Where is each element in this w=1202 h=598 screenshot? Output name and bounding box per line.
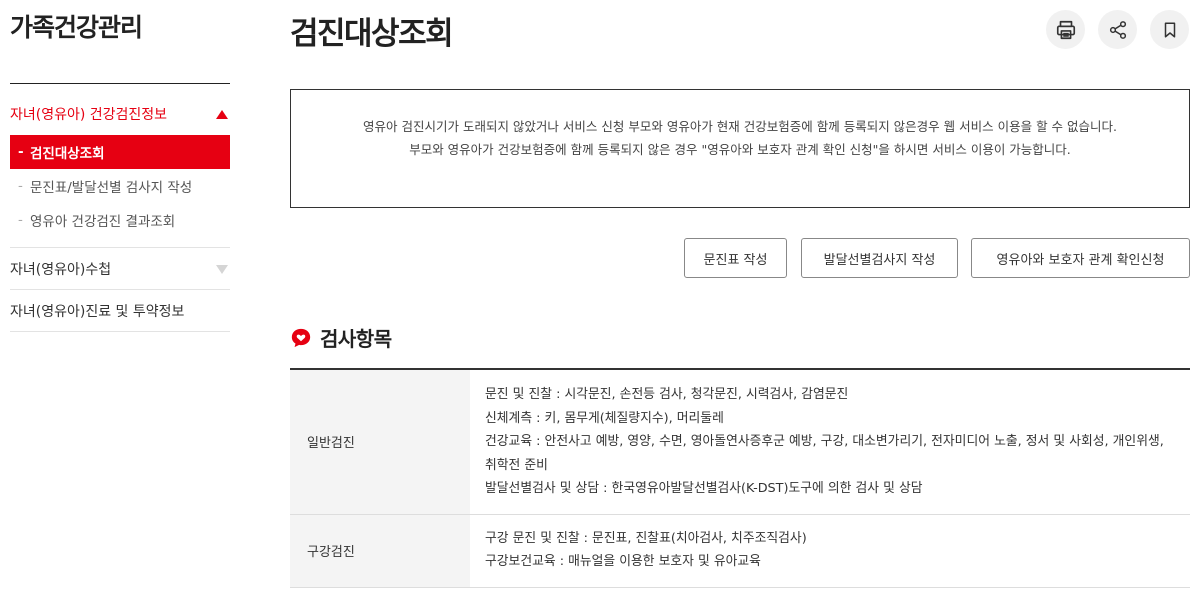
menu-group-checkup: 자녀(영유아) 건강검진정보 - 검진대상조회 - 문진표/발달선별 검사지 작… [10,93,230,237]
share-icon [1109,20,1126,39]
menu-group-handbook: 자녀(영유아)수첩 [10,248,230,290]
relation-request-button[interactable]: 영유아와 보호자 관계 확인신청 [971,238,1190,278]
share-button[interactable] [1098,10,1137,49]
menu-handbook-label: 자녀(영유아)수첩 [10,262,112,278]
bookmark-icon [1164,22,1175,37]
development-check-button[interactable]: 발달선별검사지 작성 [801,238,958,278]
table-row: 구강검진 구강 문진 및 진찰 : 문진표, 진찰표(치아검사, 치주조직검사)… [290,514,1190,588]
notice-text-1: 영유아 검진시기가 도래되지 않았거나 서비스 신청 부모와 영유아가 현재 건… [363,119,1117,134]
row-details: 구강 문진 및 진찰 : 문진표, 진찰표(치아검사, 치주조직검사) 구강보건… [470,514,1190,588]
detail-line: 구강 문진 및 진찰 : 문진표, 진찰표(치아검사, 치주조직검사) [485,530,807,546]
bookmark-button[interactable] [1150,10,1189,49]
row-details: 문진 및 진찰 : 시각문진, 손전등 검사, 청각문진, 시력검사, 감염문진… [470,369,1190,515]
dash-icon: - [18,178,23,194]
table-row: 일반검진 문진 및 진찰 : 시각문진, 손전등 검사, 청각문진, 시력검사,… [290,369,1190,515]
menu-handbook[interactable]: 자녀(영유아)수첩 [10,248,230,290]
menu-treatment-label: 자녀(영유아)진료 및 투약정보 [10,304,185,320]
notice-text-2: 부모와 영유아가 건강보험증에 함께 등록되지 않은 경우 "영유아와 보호자 … [409,142,1071,157]
submenu-target-inquiry-label: 검진대상조회 [30,146,105,162]
collapse-icon [216,109,228,119]
dash-icon: - [18,212,23,228]
detail-line: 발달선별검사 및 상담 : 한국영유아발달선별검사(K-DST)도구에 의한 검… [485,481,923,496]
submenu-questionnaire[interactable]: - 문진표/발달선별 검사지 작성 [10,169,230,203]
heart-speech-icon [291,328,311,347]
print-button[interactable] [1046,10,1085,49]
submenu-target-inquiry[interactable]: - 검진대상조회 [10,135,230,169]
submenu-result-label: 영유아 건강검진 결과조회 [30,214,176,230]
menu-checkup-info[interactable]: 자녀(영유아) 건강검진정보 [10,93,230,135]
menu-checkup-info-label: 자녀(영유아) 건강검진정보 [10,107,168,123]
row-category: 구강검진 [290,514,470,588]
notice-box: 영유아 검진시기가 도래되지 않았거나 서비스 신청 부모와 영유아가 현재 건… [290,89,1190,208]
menu-divider [10,331,230,332]
row-category: 일반검진 [290,369,470,515]
submenu-questionnaire-label: 문진표/발달선별 검사지 작성 [30,180,193,196]
sidebar-divider [10,83,230,84]
menu-treatment[interactable]: 자녀(영유아)진료 및 투약정보 [10,290,230,332]
expand-icon [216,264,228,274]
detail-line: 건강교육 : 안전사고 예방, 영양, 수면, 영아돌연사증후군 예방, 구강,… [485,434,1164,473]
section-title: 검사항목 [320,327,392,351]
dash-icon: - [18,144,24,160]
questionnaire-button[interactable]: 문진표 작성 [684,238,787,278]
detail-line: 신체계측 : 키, 몸무게(체질량지수), 머리둘레 [485,410,724,426]
sidebar-title: 가족건강관리 [10,13,143,42]
detail-line: 문진 및 진찰 : 시각문진, 손전등 검사, 청각문진, 시력검사, 감염문진 [485,387,849,402]
submenu-result[interactable]: - 영유아 건강검진 결과조회 [10,203,230,237]
printer-icon [1056,20,1075,39]
detail-line: 구강보건교육 : 매뉴얼을 이용한 보호자 및 유아교육 [485,554,761,569]
menu-group-treatment: 자녀(영유아)진료 및 투약정보 [10,290,230,332]
exam-items-table: 일반검진 문진 및 진찰 : 시각문진, 손전등 검사, 청각문진, 시력검사,… [290,368,1190,588]
page-title: 검진대상조회 [290,16,454,52]
section-header: 검사항목 [290,323,392,352]
